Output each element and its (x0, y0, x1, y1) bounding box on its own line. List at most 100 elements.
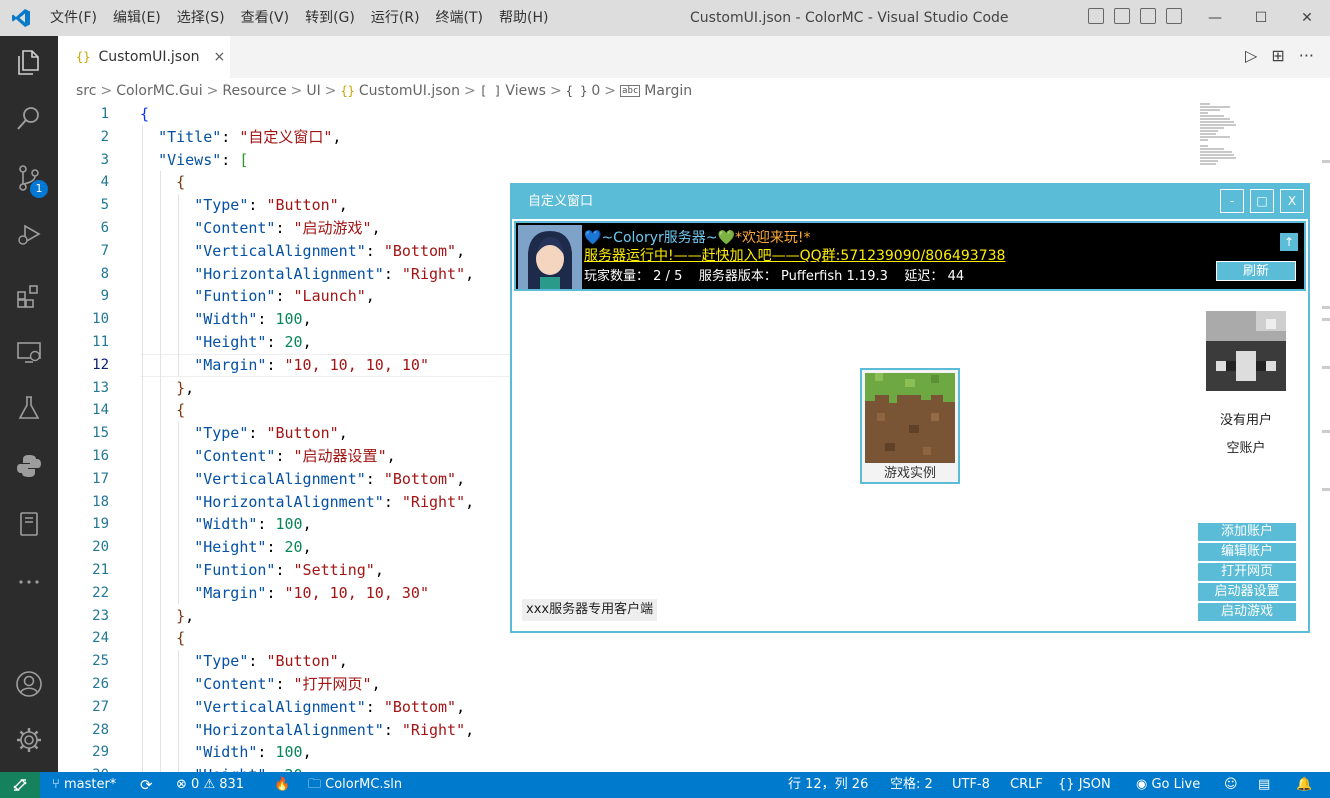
go-live-button[interactable]: ◉ Go Live (1136, 772, 1200, 798)
breadcrumb-separator-icon: > (604, 83, 617, 99)
breadcrumb-item[interactable]: src (76, 83, 96, 99)
notifications-bell-icon[interactable]: 🔔 (1296, 772, 1312, 798)
json-file-icon: {} (76, 50, 91, 64)
solution-indicator[interactable]: 🗀 ColorMC.sln (308, 772, 402, 798)
add-account-button[interactable]: 添加账户 (1198, 523, 1296, 541)
menu-item-3[interactable]: 查看(V) (233, 0, 298, 36)
user-name: 没有用户 (1219, 413, 1272, 428)
preview-maximize-button[interactable]: □ (1250, 189, 1274, 213)
more-actions-icon[interactable]: ··· (1299, 46, 1314, 65)
motd-part: 💙~Coloryr服务器~ (584, 230, 718, 246)
line-number: 6 (100, 219, 109, 236)
run-icon[interactable]: ▷ (1245, 46, 1257, 65)
search-icon[interactable] (13, 102, 45, 134)
sync-icon[interactable]: ⟳ (140, 772, 153, 798)
minimap[interactable] (1200, 103, 1330, 193)
remote-indicator[interactable] (0, 772, 40, 798)
edit-account-button[interactable]: 编辑账户 (1198, 543, 1296, 561)
split-editor-icon[interactable]: ⊞ (1271, 46, 1284, 65)
breadcrumb-separator-icon: > (549, 83, 562, 99)
window-controls: — ☐ ✕ (1192, 0, 1330, 36)
breadcrumb-separator-icon: > (206, 83, 219, 99)
vscode-window: 文件(F) 编辑(E) 选择(S) 查看(V) 转到(G) 运行(R) 终端(T) 帮助(H)… (0, 0, 1330, 798)
code-line: "Width": 100, (194, 743, 312, 762)
menu-item-2[interactable]: 选择(S) (169, 0, 233, 36)
feedback-icon[interactable]: ☺ (1224, 772, 1238, 798)
cursor-position[interactable]: 行 12，列 26 (788, 772, 868, 798)
run-debug-icon[interactable] (13, 218, 45, 250)
solution-name: ColorMC.sln (325, 777, 403, 792)
accounts-icon[interactable] (13, 668, 45, 700)
menu-item-5[interactable]: 运行(R) (363, 0, 428, 36)
preview-close-button[interactable]: X (1280, 189, 1304, 213)
code-line: "Type": "Button", (194, 652, 348, 671)
customize-layout-icon[interactable] (1166, 8, 1182, 24)
menu-item-1[interactable]: 编辑(E) (105, 0, 169, 36)
line-number: 29 (92, 744, 109, 761)
layout-controls (1088, 8, 1182, 24)
breadcrumb-item[interactable]: 0 (591, 83, 600, 99)
extensions-icon[interactable] (13, 280, 45, 312)
toggle-panel-icon[interactable] (1114, 8, 1130, 24)
motd-part: 💚 (717, 230, 735, 246)
settings-gear-icon[interactable] (13, 724, 45, 756)
breadcrumb-item[interactable]: UI (306, 83, 320, 99)
git-branch[interactable]: ⑂ master* (52, 772, 116, 798)
line-number: 12 (92, 356, 109, 373)
line-number: 2 (100, 128, 109, 145)
breadcrumb-item[interactable]: Resource (222, 83, 286, 99)
client-footer-label: xxx服务器专用客户端 (522, 599, 658, 621)
menu-item-6[interactable]: 终端(T) (428, 0, 491, 36)
launcher-settings-button[interactable]: 启动器设置 (1198, 583, 1296, 601)
launch-game-button[interactable]: 启动游戏 (1198, 603, 1296, 621)
flame-icon[interactable]: 🔥 (274, 772, 290, 798)
breadcrumb-item[interactable]: ColorMC.Gui (116, 83, 202, 99)
tab-close-icon[interactable]: × (214, 49, 226, 65)
breadcrumb-symbol-icon: {} (340, 84, 355, 98)
line-number: 19 (92, 516, 109, 533)
code-line: "Content": "打开网页", (194, 674, 381, 693)
menu-item-7[interactable]: 帮助(H) (491, 0, 556, 36)
breadcrumb-symbol-icon: abc (620, 85, 641, 97)
breadcrumb-item[interactable]: Views (505, 83, 546, 99)
minimize-button[interactable]: — (1192, 0, 1238, 36)
branch-name: master* (63, 777, 117, 792)
menu-item-0[interactable]: 文件(F) (42, 0, 105, 36)
more-icon[interactable] (13, 566, 45, 598)
close-button[interactable]: ✕ (1284, 0, 1330, 36)
warning-count: 831 (219, 777, 245, 792)
language-mode[interactable]: {} JSON (1058, 772, 1111, 798)
breadcrumb-symbol-icon: [ ] (479, 84, 502, 98)
preview-title: 自定义窗口 (512, 185, 1308, 219)
explorer-icon[interactable] (13, 46, 45, 78)
preview-minimize-button[interactable]: - (1220, 189, 1244, 213)
notebook-icon[interactable] (13, 508, 45, 540)
vscode-logo-icon (0, 0, 42, 36)
players-value: 2 / 5 (653, 269, 683, 284)
toggle-primary-sidebar-icon[interactable] (1088, 8, 1104, 24)
testing-icon[interactable] (13, 392, 45, 424)
line-ending[interactable]: CRLF (1010, 772, 1043, 798)
expand-up-icon[interactable]: ↑ (1280, 233, 1298, 251)
open-website-button[interactable]: 打开网页 (1198, 563, 1296, 581)
indentation[interactable]: 空格: 2 (890, 772, 933, 798)
remote-explorer-icon[interactable] (13, 336, 45, 368)
tab-customui-json[interactable]: {} CustomUI.json × (58, 36, 230, 78)
version-label: 服务器版本： (698, 269, 777, 284)
menu-item-4[interactable]: 转到(G) (297, 0, 363, 36)
python-icon[interactable] (13, 450, 45, 482)
breadcrumb-item[interactable]: CustomUI.json (359, 83, 460, 99)
problems-indicator[interactable]: ⊗ 0 ⚠ 831 (176, 772, 244, 798)
encoding[interactable]: UTF-8 (952, 772, 990, 798)
game-instance-card[interactable]: 游戏实例 (860, 368, 960, 484)
folder-icon: 🗀 (308, 777, 322, 792)
window-title: CustomUI.json - ColorMC - Visual Studio … (690, 10, 1009, 26)
menu-bar: 文件(F) 编辑(E) 选择(S) 查看(V) 转到(G) 运行(R) 终端(T) 帮助(H) (42, 0, 556, 36)
maximize-button[interactable]: ☐ (1238, 0, 1284, 36)
toggle-secondary-sidebar-icon[interactable] (1140, 8, 1156, 24)
line-number: 1 (100, 106, 109, 122)
line-number: 24 (92, 630, 109, 647)
breadcrumb-item[interactable]: Margin (644, 83, 692, 99)
refresh-button[interactable]: 刷新 (1216, 261, 1296, 281)
document-icon[interactable]: ▤ (1258, 772, 1270, 798)
